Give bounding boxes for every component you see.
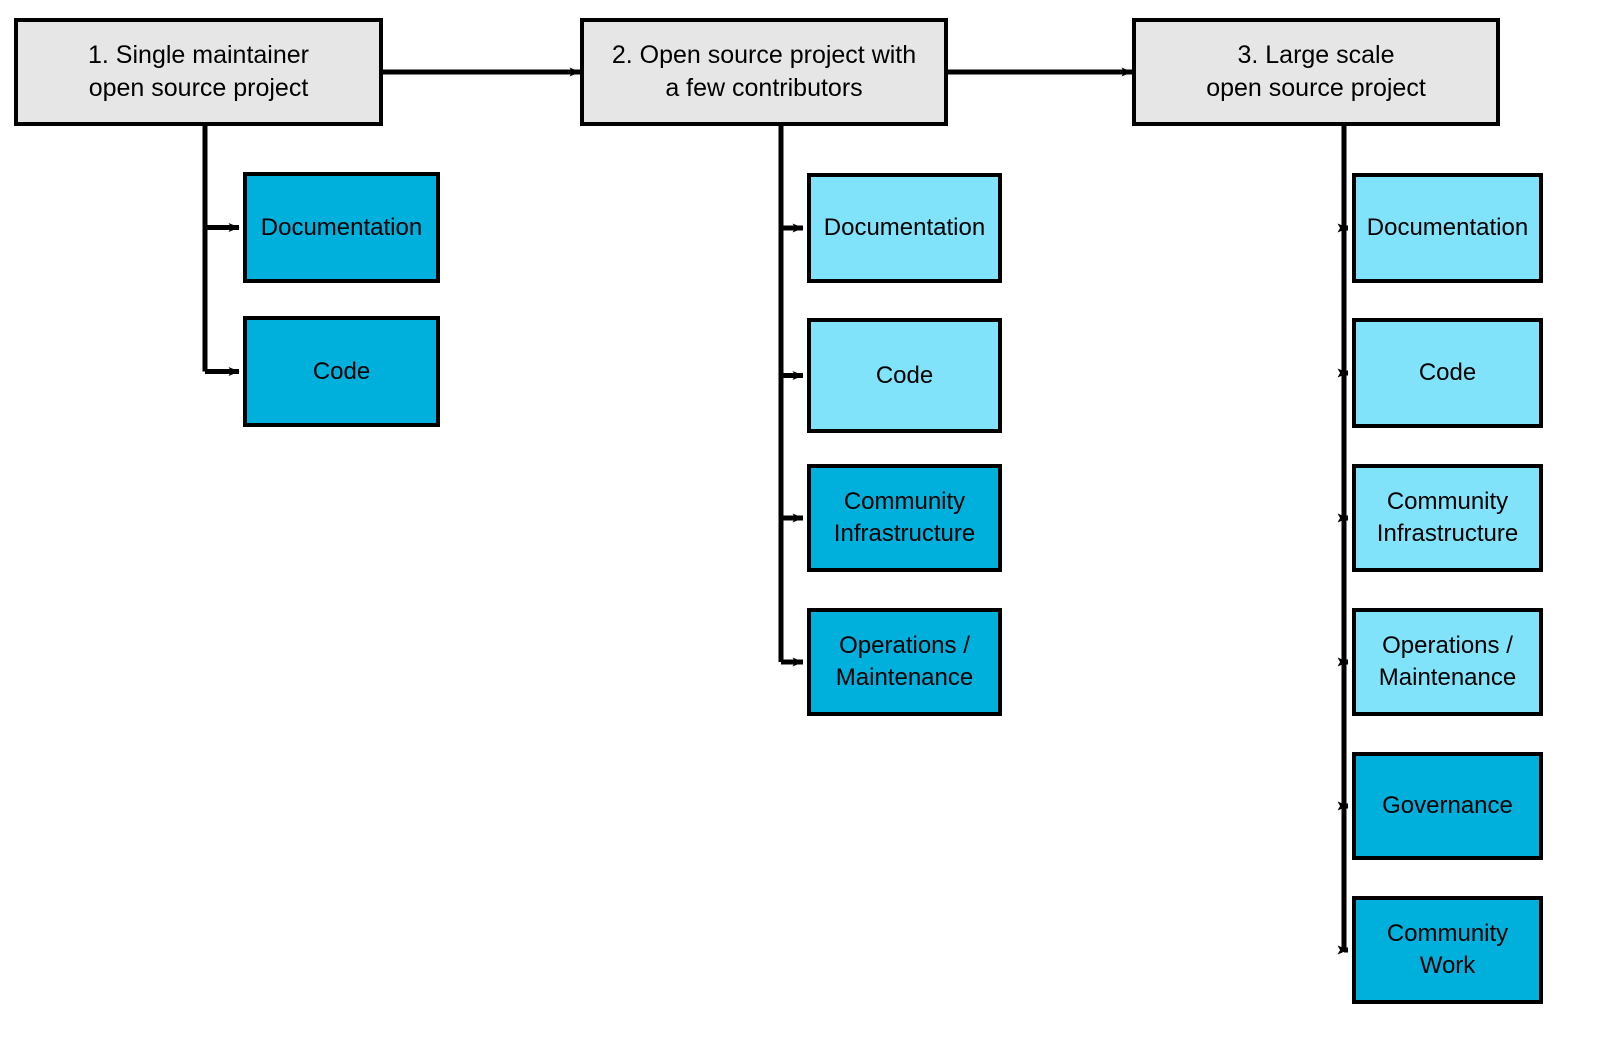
item-label-3-governance: Governance [1382, 792, 1513, 820]
stage-box-3[interactable]: 3. Large scale open source project [1132, 18, 1500, 126]
item-box-3-community-infrastructure[interactable]: Community Infrastructure [1352, 464, 1543, 572]
item-label-1-code: Code [312, 357, 371, 385]
item-box-3-governance[interactable]: Governance [1352, 752, 1543, 860]
item-box-3-community-work[interactable]: Community Work [1352, 896, 1543, 1004]
item-box-2-code[interactable]: Code [807, 318, 1002, 433]
item-label-2-code: Code [875, 361, 934, 389]
item-label-3-code: Code [1418, 359, 1477, 387]
item-box-2-documentation[interactable]: Documentation [807, 173, 1002, 283]
item-box-2-community-infrastructure[interactable]: Community Infrastructure [807, 464, 1002, 572]
item-label-3-documentation: Documentation [1366, 214, 1529, 242]
item-label-3-operations-maintenance: Operations / Maintenance [1378, 632, 1517, 691]
item-label-2-operations-maintenance: Operations / Maintenance [835, 632, 974, 691]
item-box-2-operations-maintenance[interactable]: Operations / Maintenance [807, 608, 1002, 716]
item-label-3-community-work: Community Work [1386, 920, 1509, 979]
item-label-2-community-infrastructure: Community Infrastructure [833, 488, 976, 547]
stage-box-1[interactable]: 1. Single maintainer open source project [14, 18, 383, 126]
stage-label-1: 1. Single maintainer open source project [88, 41, 309, 102]
item-label-2-documentation: Documentation [823, 214, 986, 242]
stage-label-2: 2. Open source project with a few contri… [611, 41, 917, 102]
item-box-3-code[interactable]: Code [1352, 318, 1543, 428]
item-box-3-documentation[interactable]: Documentation [1352, 173, 1543, 283]
item-label-1-documentation: Documentation [260, 213, 423, 241]
stage-box-2[interactable]: 2. Open source project with a few contri… [580, 18, 948, 126]
diagram-canvas: 1. Single maintainer open source project… [0, 0, 1600, 1048]
item-box-3-operations-maintenance[interactable]: Operations / Maintenance [1352, 608, 1543, 716]
item-box-1-documentation[interactable]: Documentation [243, 172, 440, 283]
stage-label-3: 3. Large scale open source project [1206, 41, 1426, 102]
item-box-1-code[interactable]: Code [243, 316, 440, 427]
item-label-3-community-infrastructure: Community Infrastructure [1376, 488, 1519, 547]
